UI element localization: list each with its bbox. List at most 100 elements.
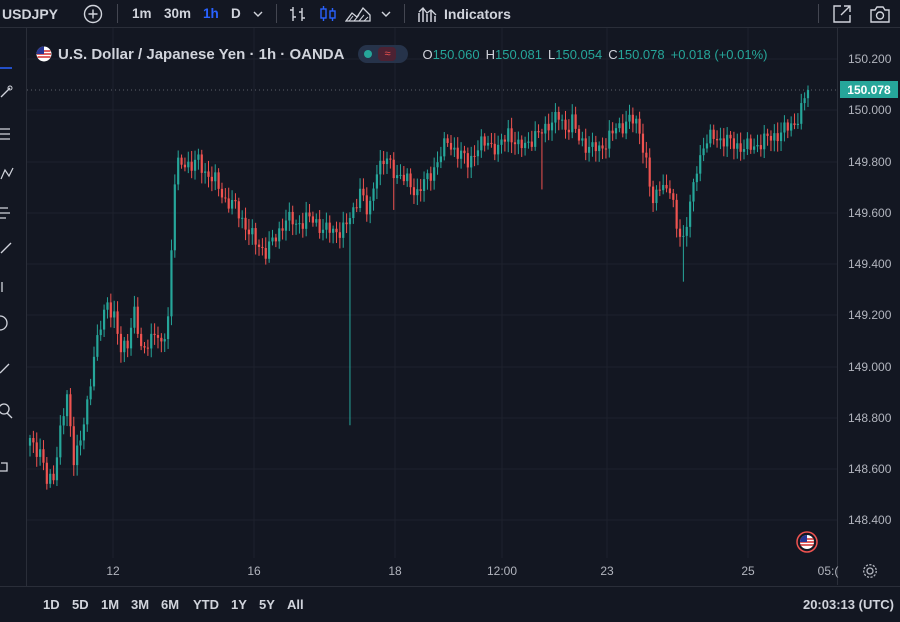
area-style-button[interactable]	[345, 0, 371, 27]
screenshot-button[interactable]	[869, 0, 891, 27]
candle-body	[197, 154, 200, 160]
candle-body	[446, 138, 449, 143]
candle-body	[648, 157, 651, 187]
time-axis[interactable]	[27, 558, 837, 585]
candle-body	[581, 138, 584, 141]
candle-body	[392, 159, 395, 179]
compare-symbol-button[interactable]	[83, 0, 103, 27]
fib-retracement-icon[interactable]	[0, 126, 14, 142]
candle-body	[699, 155, 702, 174]
candle-body	[682, 235, 685, 237]
candle-body	[433, 167, 436, 181]
candle-body	[763, 133, 766, 150]
indicators-button[interactable]: Indicators	[417, 0, 511, 27]
bar-style-button[interactable]	[288, 0, 308, 27]
timeframe-d[interactable]: D	[231, 0, 241, 27]
candle-body	[466, 153, 469, 168]
candle-body	[591, 142, 594, 147]
candle-body	[564, 119, 567, 130]
price-chart[interactable]	[27, 28, 837, 585]
candle-body	[247, 229, 251, 235]
brush-icon[interactable]	[0, 239, 14, 255]
candle-body	[709, 129, 712, 144]
emoji-icon[interactable]	[0, 315, 14, 331]
candle-body	[550, 122, 554, 131]
candle-body	[355, 207, 358, 209]
crosshair-icon[interactable]	[0, 62, 14, 78]
candle-body	[601, 145, 604, 149]
candle-body	[783, 122, 786, 133]
candle-body	[39, 449, 42, 457]
candle-body	[65, 394, 69, 417]
range-1m-button[interactable]: 1M	[101, 597, 119, 612]
candle-body	[399, 174, 402, 176]
candle-body	[497, 144, 500, 155]
candle-body	[527, 141, 530, 143]
ruler-icon[interactable]	[0, 361, 14, 377]
range-all-button[interactable]: All	[287, 597, 304, 612]
range-5d-button[interactable]: 5D	[72, 597, 89, 612]
range-3m-button[interactable]: 3M	[131, 597, 149, 612]
range-5y-button[interactable]: 5Y	[259, 597, 275, 612]
candle-body	[278, 228, 281, 242]
candle-body	[123, 340, 126, 353]
price-axis-label: 149.400	[848, 257, 892, 271]
candle-body	[419, 189, 422, 192]
candle-body	[379, 160, 382, 175]
legend-title[interactable]: U.S. Dollar / Japanese Yen · 1h · OANDA	[58, 46, 344, 63]
fullscreen-button[interactable]	[832, 0, 852, 27]
zoom-icon[interactable]	[0, 403, 14, 419]
settings-gear-icon[interactable]	[862, 563, 878, 579]
timeframe-30m[interactable]: 30m	[164, 0, 191, 27]
range-1d-button[interactable]: 1D	[43, 597, 60, 612]
utc-clock[interactable]: 20:03:13 (UTC)	[803, 597, 894, 612]
candle-body	[406, 173, 409, 182]
symbol-search-button[interactable]: USDJPY	[2, 0, 58, 27]
text-icon[interactable]	[0, 278, 14, 294]
us-events-flag-icon[interactable]	[796, 531, 818, 553]
price-axis-label: 148.600	[848, 462, 892, 476]
candle-body	[480, 136, 483, 151]
candle-body	[766, 133, 769, 136]
timeframe-1m[interactable]: 1m	[132, 0, 152, 27]
lock-icon[interactable]	[0, 456, 14, 472]
forecast-icon[interactable]	[0, 205, 14, 221]
timeframe-dropdown[interactable]	[252, 0, 264, 27]
time-axis-label: 12:00	[486, 564, 518, 578]
candle-body	[207, 171, 210, 177]
chart-type-dropdown[interactable]	[380, 0, 392, 27]
trend-line-icon[interactable]	[0, 84, 14, 100]
pattern-icon[interactable]	[0, 166, 14, 182]
candle-body	[561, 119, 564, 121]
candle-body	[321, 229, 325, 233]
candle-body	[651, 186, 655, 204]
market-status-badge[interactable]: ≈	[358, 45, 409, 63]
high-value: 150.081	[495, 46, 542, 62]
candle-body	[284, 220, 288, 231]
candle-body	[537, 131, 540, 133]
candle-body	[200, 154, 203, 173]
candle-body	[645, 152, 648, 158]
ohlc-values: O150.060 H150.081 L150.054 C150.078 +0.0…	[422, 46, 768, 62]
candle-body	[163, 339, 166, 342]
top-toolbar: USDJPY 1m 30m 1h D Indicators	[0, 0, 900, 28]
candles-style-button[interactable]	[318, 0, 338, 27]
candle-body	[166, 316, 170, 340]
price-axis-label: 149.600	[848, 206, 892, 220]
candle-body	[523, 142, 527, 149]
candle-body	[416, 189, 419, 196]
candle-body	[385, 158, 389, 165]
range-6m-button[interactable]: 6M	[161, 597, 179, 612]
candle-body	[742, 149, 746, 152]
range-ytd-button[interactable]: YTD	[193, 597, 219, 612]
candle-body	[547, 123, 550, 131]
candle-body	[288, 211, 291, 221]
candle-body	[328, 222, 331, 233]
range-1y-button[interactable]: 1Y	[231, 597, 247, 612]
candle-body	[459, 150, 463, 159]
timeframe-1h[interactable]: 1h	[203, 0, 219, 27]
candle-body	[62, 416, 65, 426]
candle-body	[254, 228, 257, 245]
market-open-dot	[364, 50, 373, 58]
candle-body	[372, 188, 375, 201]
